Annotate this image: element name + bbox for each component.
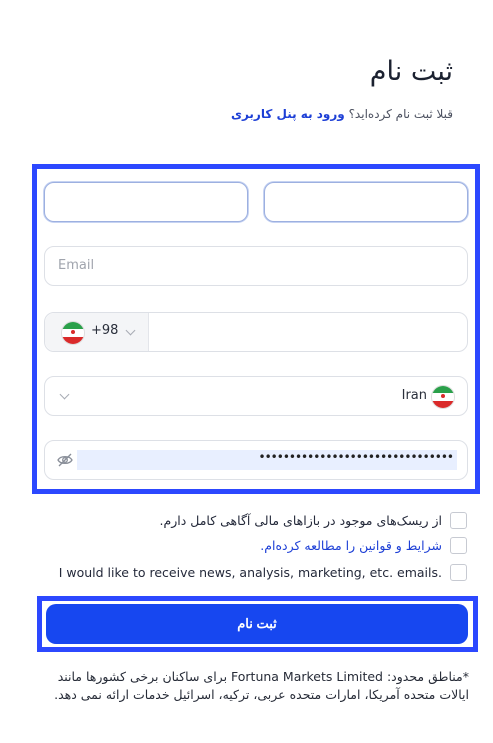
risk-acknowledgement-row[interactable]: از ریسک‌های موجود در بازاهای مالی آگاهی …	[159, 510, 467, 530]
email-placeholder: Email	[58, 258, 95, 273]
newsletter-checkbox[interactable]	[450, 563, 467, 581]
iran-flag-icon	[61, 321, 85, 345]
country-code-value: +98	[91, 323, 119, 338]
email-input[interactable]: Email	[44, 246, 468, 286]
chevron-down-icon	[59, 389, 70, 400]
first-name-input[interactable]	[44, 182, 248, 222]
newsletter-row[interactable]: I would like to receive news, analysis, …	[59, 562, 467, 582]
eye-off-icon[interactable]	[57, 453, 73, 467]
terms-checkbox-label[interactable]: شرایط و قوانین را مطالعه کرده‌ام.	[260, 538, 442, 553]
chevron-down-icon	[125, 325, 136, 336]
iran-flag-icon	[431, 385, 455, 409]
register-button[interactable]: ثبت نام	[46, 604, 468, 644]
risk-checkbox-label: از ریسک‌های موجود در بازاهای مالی آگاهی …	[159, 512, 442, 528]
newsletter-checkbox-label: I would like to receive news, analysis, …	[58, 564, 442, 580]
country-value: Iran	[401, 388, 427, 403]
terms-checkbox[interactable]	[450, 536, 467, 554]
phone-field[interactable]: +98	[44, 312, 468, 352]
terms-row[interactable]: شرایط و قوانین را مطالعه کرده‌ام.	[260, 535, 467, 555]
last-name-input[interactable]	[264, 182, 468, 222]
country-select[interactable]: Iran	[44, 376, 468, 416]
password-input[interactable]: ••••••••••••••••••••••••••••••••	[44, 440, 468, 480]
page-title: ثبت نام	[369, 56, 453, 87]
risk-checkbox[interactable]	[450, 511, 467, 529]
login-link[interactable]: ورود به پنل کاربری	[231, 107, 345, 121]
restricted-regions-notice: *مناطق محدود: Fortuna Markets Limited بر…	[54, 669, 469, 702]
password-masked-value: ••••••••••••••••••••••••••••••••	[258, 450, 454, 464]
login-prompt: قبلا ثبت نام کرده‌اید؟ ورود به پنل کاربر…	[231, 107, 453, 121]
login-prompt-text: قبلا ثبت نام کرده‌اید؟	[348, 107, 453, 121]
country-code-select[interactable]: +98	[45, 313, 149, 351]
